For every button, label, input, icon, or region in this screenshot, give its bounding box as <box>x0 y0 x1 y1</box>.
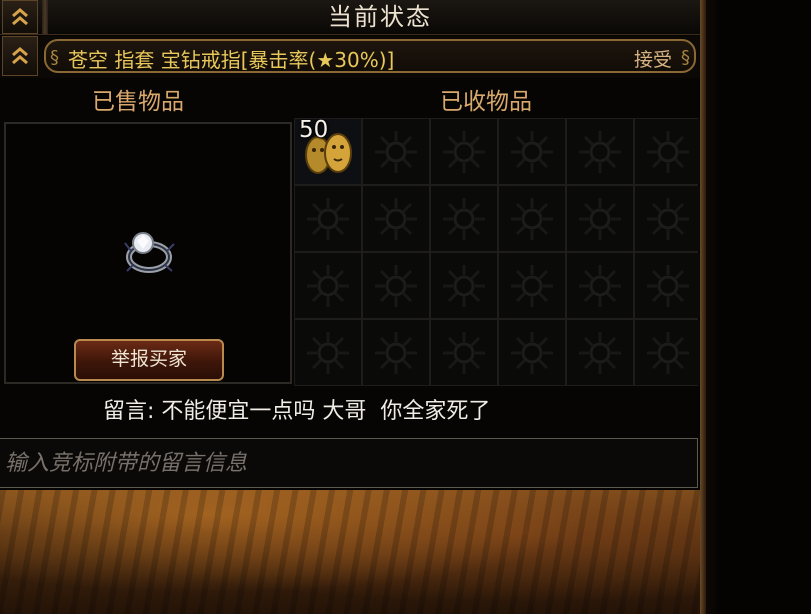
empty-slot-emblem-icon <box>579 265 621 307</box>
ornament-left-icon: § <box>50 47 59 68</box>
received-items-label: 已收物品 <box>440 89 532 115</box>
report-buyer-button[interactable]: 举报买家 <box>74 339 224 381</box>
inventory-slot[interactable]: 50 <box>295 119 361 184</box>
empty-slot-emblem-icon <box>375 131 417 173</box>
accept-button[interactable]: 接受 <box>634 45 672 72</box>
inventory-slot[interactable] <box>635 320 700 385</box>
offer-row: § 苍空 指套 宝钻戒指[暴击率(★30%)] 接受 § <box>0 36 700 78</box>
ornament-right-icon: § <box>681 47 690 68</box>
collapse-button[interactable] <box>2 0 38 34</box>
empty-slot-emblem-icon <box>307 198 349 240</box>
status-header: 当前状态 <box>0 0 700 35</box>
empty-slot-emblem-icon <box>443 332 485 374</box>
inventory-slot[interactable] <box>363 253 429 318</box>
offer-expand-button[interactable] <box>2 36 38 76</box>
sold-items-label: 已售物品 <box>92 89 184 115</box>
empty-slot-emblem-icon <box>647 332 689 374</box>
inventory-slot[interactable] <box>635 186 700 251</box>
inventory-slot[interactable] <box>431 119 497 184</box>
decorative-background-art <box>0 490 700 614</box>
message-input-field[interactable] <box>0 438 698 488</box>
message-input[interactable] <box>0 439 697 487</box>
empty-slot-emblem-icon <box>307 332 349 374</box>
double-chevron-up-icon <box>12 47 28 65</box>
diamond-ring-icon[interactable] <box>119 221 179 281</box>
inventory-slot[interactable] <box>295 320 361 385</box>
empty-slot-emblem-icon <box>511 265 553 307</box>
inventory-slot[interactable] <box>431 320 497 385</box>
inventory-slot[interactable] <box>431 186 497 251</box>
inventory-slot[interactable] <box>499 320 565 385</box>
inventory-slot[interactable] <box>363 186 429 251</box>
inventory-slot[interactable] <box>363 320 429 385</box>
inventory-slot[interactable] <box>499 119 565 184</box>
inventory-slot[interactable] <box>295 186 361 251</box>
inventory-slot[interactable] <box>567 186 633 251</box>
received-items-grid: 50 <box>294 118 700 386</box>
inventory-slot[interactable] <box>635 253 700 318</box>
double-chevron-up-icon <box>12 8 28 26</box>
empty-slot-emblem-icon <box>511 131 553 173</box>
empty-slot-emblem-icon <box>443 198 485 240</box>
offer-item-name: 苍空 指套 宝钻戒指[暴击率(★30%)] <box>68 48 395 72</box>
empty-slot-emblem-icon <box>647 131 689 173</box>
side-frame <box>700 0 811 614</box>
stack-count: 50 <box>299 119 329 143</box>
empty-slot-emblem-icon <box>443 265 485 307</box>
inventory-slot[interactable] <box>499 253 565 318</box>
empty-slot-emblem-icon <box>511 198 553 240</box>
buyer-message: 留言: 不能便宜一点吗 大哥 你全家死了 <box>103 399 491 424</box>
empty-slot-emblem-icon <box>375 198 417 240</box>
inventory-slot[interactable] <box>363 119 429 184</box>
empty-slot-emblem-icon <box>375 332 417 374</box>
empty-slot-emblem-icon <box>579 131 621 173</box>
empty-slot-emblem-icon <box>511 332 553 374</box>
empty-slot-emblem-icon <box>579 332 621 374</box>
empty-slot-emblem-icon <box>443 131 485 173</box>
empty-slot-emblem-icon <box>579 198 621 240</box>
page-title: 当前状态 <box>328 3 432 31</box>
offer-item-bar[interactable]: § 苍空 指套 宝钻戒指[暴击率(★30%)] 接受 § <box>44 39 696 73</box>
inventory-slot[interactable] <box>635 119 700 184</box>
inventory-slot[interactable] <box>431 253 497 318</box>
empty-slot-emblem-icon <box>375 265 417 307</box>
header-divider <box>42 0 48 34</box>
inventory-slot[interactable] <box>567 253 633 318</box>
sold-item-slot: 举报买家 <box>4 122 292 384</box>
inventory-slot[interactable] <box>567 320 633 385</box>
inventory-slot[interactable] <box>499 186 565 251</box>
empty-slot-emblem-icon <box>647 265 689 307</box>
inventory-slot[interactable] <box>567 119 633 184</box>
trade-panel: 当前状态 § 苍空 指套 宝钻戒指[暴击率(★30%)] 接受 § 已售物品 已… <box>0 0 700 614</box>
inventory-slot[interactable] <box>295 253 361 318</box>
empty-slot-emblem-icon <box>307 265 349 307</box>
empty-slot-emblem-icon <box>647 198 689 240</box>
